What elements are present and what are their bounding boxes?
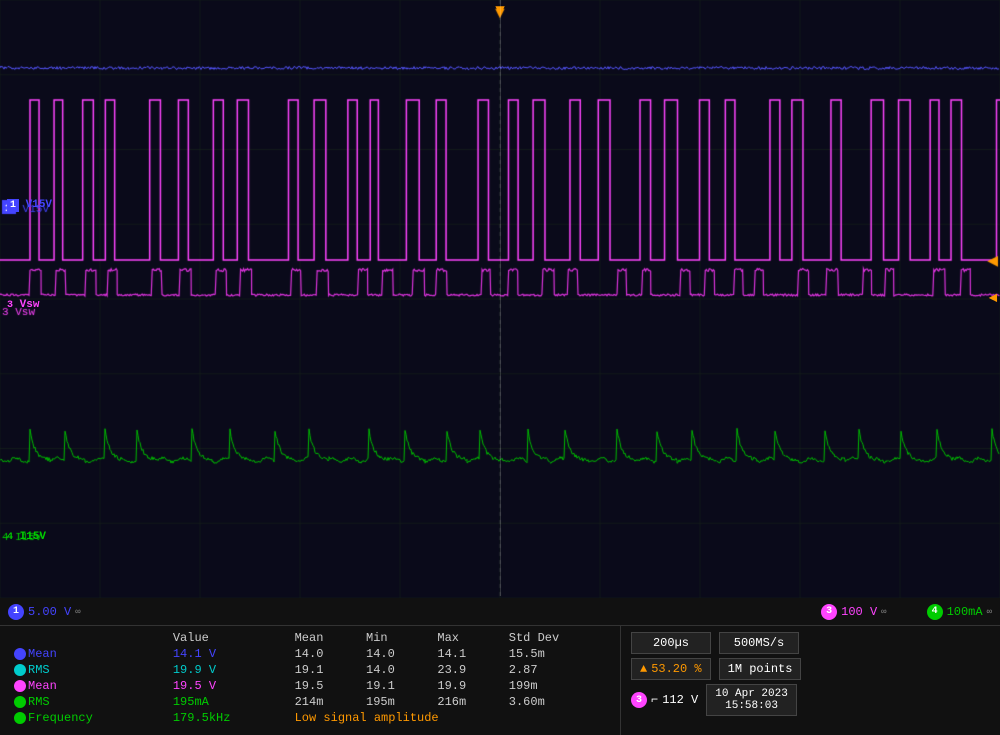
meas-mean-1: 19.1: [289, 662, 360, 678]
ch3-scale: 100 V: [841, 605, 877, 619]
display-area: ▼ ◀ 1 V15V 3 Vsw 4 I15V: [0, 0, 1000, 598]
meas-max-2: 19.9: [431, 678, 502, 694]
ch3-number: 3: [821, 604, 837, 620]
measurement-row-4: Frequency179.5kHz Low signal amplitude: [8, 710, 612, 726]
ch3-setting: 3 100 V ∞: [821, 604, 886, 620]
meas-value-1: 19.9 V: [167, 662, 289, 678]
right-arrow-indicator: ◀: [989, 290, 997, 307]
info-bar: 1 5.00 V ∞ 3 100 V ∞ 4 100mA ∞: [0, 598, 1000, 735]
meas-label-3: RMS: [8, 694, 167, 710]
meas-mean-3: 214m: [289, 694, 360, 710]
ch1-scale: 5.00 V: [28, 605, 71, 619]
trigger-percent: 53.20 %: [651, 662, 701, 676]
meas-mean-4: Low signal amplitude: [289, 710, 612, 726]
points-box: 1M points: [719, 658, 802, 680]
time-display: 15:58:03: [715, 700, 788, 712]
measurements-area: Value Mean Min Max Std Dev Mean14.1 V14.…: [0, 626, 1000, 735]
ch4-bw: ∞: [987, 607, 992, 617]
meas-max-1: 23.9: [431, 662, 502, 678]
ch4-scale: 100mA: [947, 605, 983, 619]
meas-mean-2: 19.5: [289, 678, 360, 694]
col-header-mean: Mean: [289, 630, 360, 646]
date-display: 10 Apr 2023: [715, 688, 788, 700]
measurement-row-3: RMS195mA214m195m216m3.60m: [8, 694, 612, 710]
measurement-row-1: RMS19.9 V19.114.023.92.87: [8, 662, 612, 678]
meas-mean-0: 14.0: [289, 646, 360, 662]
measurement-row-0: Mean14.1 V14.014.014.115.5m: [8, 646, 612, 662]
datetime-box: 10 Apr 2023 15:58:03: [706, 684, 797, 716]
ch3-bw: ∞: [881, 607, 886, 617]
meas-min-3: 195m: [360, 694, 431, 710]
meas-stddev-1: 2.87: [503, 662, 612, 678]
trigger-box: ▲ 53.20 %: [631, 658, 711, 680]
meas-stddev-3: 3.60m: [503, 694, 612, 710]
meas-min-2: 19.1: [360, 678, 431, 694]
timebase-row: 200µs 500MS/s: [631, 632, 990, 654]
col-header-max: Max: [431, 630, 502, 646]
meas-max-0: 14.1: [431, 646, 502, 662]
meas-label-2: Mean: [8, 678, 167, 694]
col-header-min: Min: [360, 630, 431, 646]
ch1-bw: ∞: [75, 607, 80, 617]
meas-value-3: 195mA: [167, 694, 289, 710]
meas-label-4: Frequency: [8, 710, 167, 726]
ch1-setting: 1 5.00 V ∞: [8, 604, 81, 620]
ch4-label: 4 I15V: [4, 530, 49, 544]
meas-min-0: 14.0: [360, 646, 431, 662]
measurements-table: Value Mean Min Max Std Dev Mean14.1 V14.…: [0, 626, 620, 735]
timebase-box: 200µs: [631, 632, 711, 654]
meas-value-0: 14.1 V: [167, 646, 289, 662]
meas-stddev-2: 199m: [503, 678, 612, 694]
ch3-voltage-value: 112 V: [662, 693, 698, 707]
measurement-row-2: Mean19.5 V19.519.119.9199m: [8, 678, 612, 694]
meas-value-4: 179.5kHz: [167, 710, 289, 726]
col-header-stddev: Std Dev: [503, 630, 612, 646]
meas-stddev-0: 15.5m: [503, 646, 612, 662]
meas-value-2: 19.5 V: [167, 678, 289, 694]
meas-max-3: 216m: [431, 694, 502, 710]
ch4-number: 4: [927, 604, 943, 620]
low-signal-text: Low signal amplitude: [295, 711, 439, 725]
meas-label-0: Mean: [8, 646, 167, 662]
ch1-number: 1: [8, 604, 24, 620]
trigger-row: ▲ 53.20 % 1M points: [631, 658, 990, 680]
ch3-num-indicator: 3: [631, 692, 647, 708]
meas-label-1: RMS: [8, 662, 167, 678]
col-header-value: Value: [167, 630, 289, 646]
ch3-label: 3 Vsw: [4, 298, 42, 312]
trigger-arrow: ▼: [495, 2, 505, 20]
ch3-symbol: ⌐: [651, 693, 658, 707]
ch3-voltage-indicator: 3 ⌐ 112 V: [631, 692, 698, 708]
col-header-label: [8, 630, 167, 646]
right-panel: 200µs 500MS/s ▲ 53.20 % 1M points 3 ⌐ 11…: [620, 626, 1000, 735]
ch4-setting: 4 100mA ∞: [927, 604, 992, 620]
ch1-label: 1 V15V: [4, 198, 55, 212]
ch3-voltage-row: 3 ⌐ 112 V 10 Apr 2023 15:58:03: [631, 684, 990, 716]
meas-min-1: 14.0: [360, 662, 431, 678]
sample-rate-box: 500MS/s: [719, 632, 799, 654]
top-bar: 1 5.00 V ∞ 3 100 V ∞ 4 100mA ∞: [0, 598, 1000, 626]
oscilloscope: ▼ ◀ 1 V15V 3 Vsw 4 I15V 1 5.00 V ∞: [0, 0, 1000, 735]
